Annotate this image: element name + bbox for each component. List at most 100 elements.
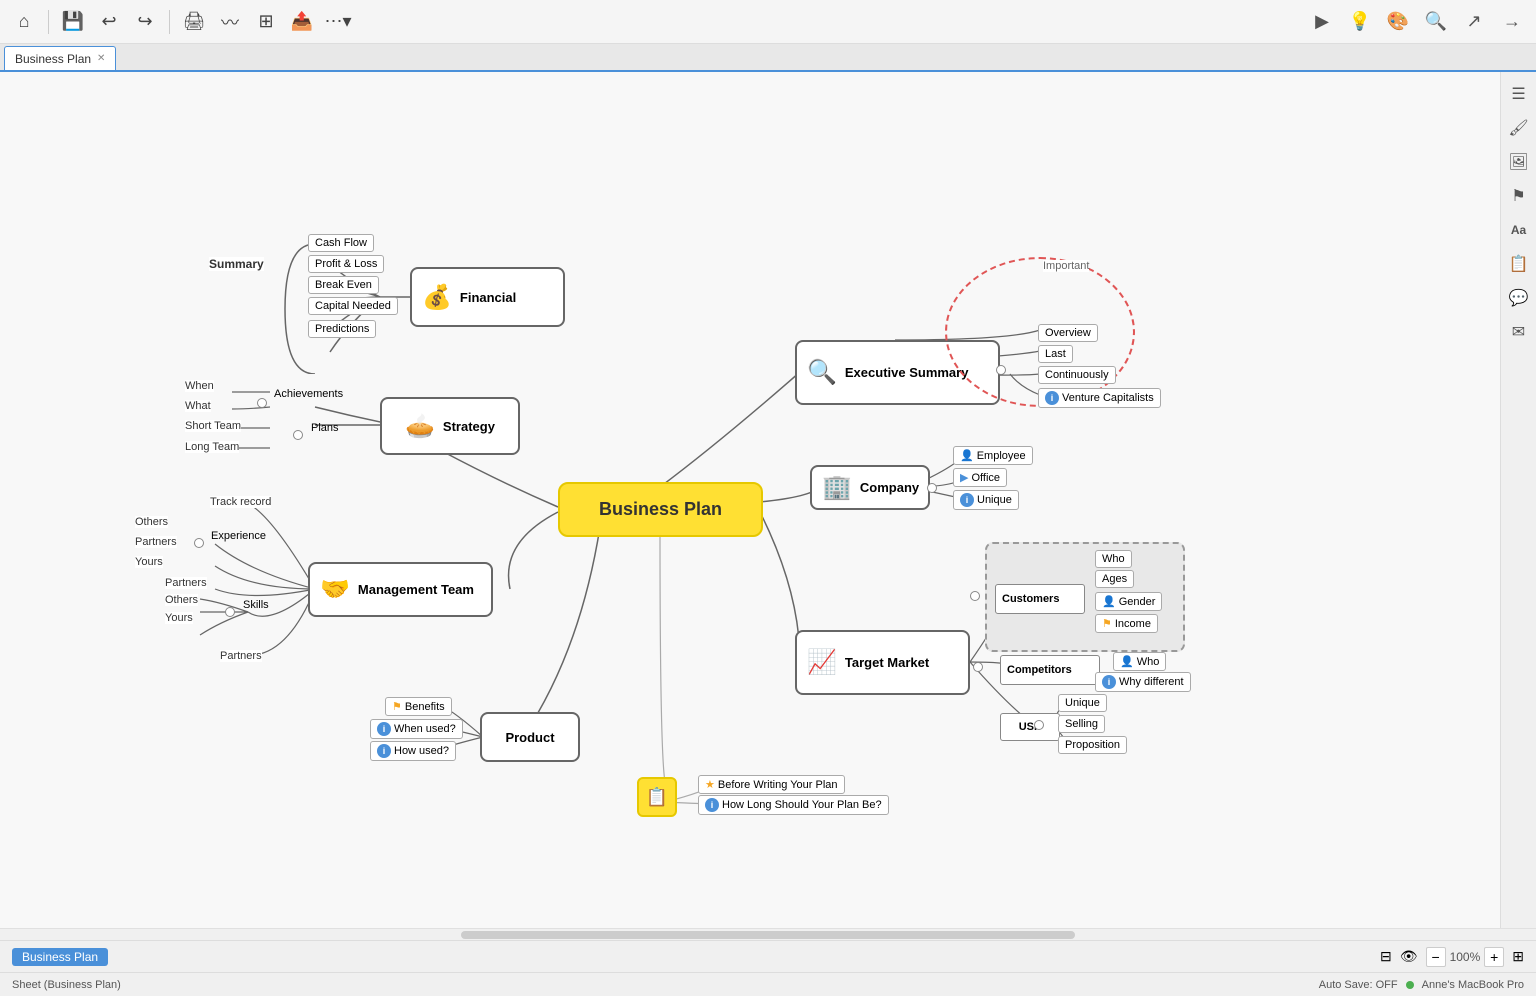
who-comp-leaf[interactable]: 👤Who xyxy=(1113,652,1166,671)
unique-usp-leaf[interactable]: Unique xyxy=(1058,694,1107,712)
view-btn[interactable]: 👁 xyxy=(1400,948,1418,965)
last-leaf[interactable]: Last xyxy=(1038,345,1073,363)
how-long-leaf[interactable]: iHow Long Should Your Plan Be? xyxy=(698,795,889,815)
right-sidebar: ☰ 🖌 🖼 ⚑ Aa 📋 💬 ✉ xyxy=(1500,72,1536,928)
break-even-leaf[interactable]: Break Even xyxy=(308,276,379,294)
tab-business-plan[interactable]: Business Plan ✕ xyxy=(4,46,116,70)
list-sidebar-btn[interactable]: ☰ xyxy=(1505,80,1533,108)
brush-sidebar-btn[interactable]: 🖌 xyxy=(1505,114,1533,142)
financial-node[interactable]: 💰 Financial xyxy=(410,267,565,327)
scroll-thumb[interactable] xyxy=(461,931,1075,939)
others-skills-leaf[interactable]: Others xyxy=(165,594,198,606)
selling-leaf[interactable]: Selling xyxy=(1058,715,1105,733)
target-label: Target Market xyxy=(845,655,929,670)
others-exp-leaf[interactable]: Others xyxy=(135,516,168,528)
proposition-leaf[interactable]: Proposition xyxy=(1058,736,1127,754)
before-writing-leaf[interactable]: ★Before Writing Your Plan xyxy=(698,775,845,794)
strategy-node[interactable]: 🥧 Strategy xyxy=(380,397,520,455)
h-scrollbar[interactable] xyxy=(0,928,1536,940)
customers-circle xyxy=(970,591,980,601)
capital-needed-leaf[interactable]: Capital Needed xyxy=(308,297,398,315)
sep1 xyxy=(48,10,49,34)
plans-leaf[interactable]: Plans xyxy=(305,420,345,436)
profit-loss-leaf[interactable]: Profit & Loss xyxy=(308,255,384,273)
yours-skills-leaf[interactable]: Yours xyxy=(165,612,193,624)
gender-leaf[interactable]: 👤Gender xyxy=(1095,592,1162,611)
note-sidebar-btn[interactable]: 📋 xyxy=(1505,250,1533,278)
exec-icon: 🔍 xyxy=(807,358,837,387)
zoom-in-btn[interactable]: + xyxy=(1484,947,1504,967)
office-leaf[interactable]: ▶Office xyxy=(953,468,1007,487)
how-used-icon: i xyxy=(377,744,391,758)
more-button[interactable]: ⋯▾ xyxy=(322,6,354,38)
company-node[interactable]: 🏢 Company xyxy=(810,465,930,510)
bottom-note-icon[interactable]: 📋 xyxy=(637,777,677,817)
nav-button[interactable]: → xyxy=(1496,6,1528,38)
continuously-leaf[interactable]: Continuously xyxy=(1038,366,1116,384)
benefits-flag: ⚑ xyxy=(392,700,402,713)
predictions-leaf[interactable]: Predictions xyxy=(308,320,376,338)
management-team-node[interactable]: 🤝 Management Team xyxy=(308,562,493,617)
competitors-node[interactable]: Competitors xyxy=(1000,655,1100,685)
when-used-leaf[interactable]: iWhen used? xyxy=(370,719,463,739)
customers-label: Customers xyxy=(1002,593,1059,605)
yours-exp-leaf[interactable]: Yours xyxy=(135,556,163,568)
employee-leaf[interactable]: 👤Employee xyxy=(953,446,1033,465)
experience-leaf[interactable]: Experience xyxy=(205,528,272,544)
strategy-icon: 🥧 xyxy=(405,412,435,441)
filter-btn[interactable]: ⊟ xyxy=(1380,948,1392,965)
bulb-button[interactable]: 💡 xyxy=(1344,6,1376,38)
search-button[interactable]: 🔍 xyxy=(1420,6,1452,38)
mail-sidebar-btn[interactable]: ✉ xyxy=(1505,318,1533,346)
venture-capitalists-leaf[interactable]: i Venture Capitalists xyxy=(1038,388,1161,408)
chat-sidebar-btn[interactable]: 💬 xyxy=(1505,284,1533,312)
strategy-label: Strategy xyxy=(443,419,495,434)
customers-node[interactable]: Customers xyxy=(995,584,1085,614)
font-sidebar-btn[interactable]: Aa xyxy=(1505,216,1533,244)
long-team-leaf[interactable]: Long Team xyxy=(185,441,239,453)
partners-skills-leaf[interactable]: Partners xyxy=(165,577,207,589)
central-node-label: Business Plan xyxy=(599,499,722,520)
print-button[interactable]: 🖨 xyxy=(178,6,210,38)
zoom-out-btn[interactable]: − xyxy=(1426,947,1446,967)
partners-exp-leaf[interactable]: Partners xyxy=(135,536,177,548)
style-button[interactable]: 〰 xyxy=(214,6,246,38)
image-sidebar-btn[interactable]: 🖼 xyxy=(1505,148,1533,176)
fit-btn[interactable]: ⊞ xyxy=(1512,948,1524,965)
partners2-leaf[interactable]: Partners xyxy=(220,650,262,662)
unique-leaf[interactable]: iUnique xyxy=(953,490,1019,510)
redo-button[interactable]: ↪ xyxy=(129,6,161,38)
canvas[interactable]: Business Plan 💰 Financial Summary Cash F… xyxy=(0,72,1500,928)
benefits-leaf[interactable]: ⚑Benefits xyxy=(385,697,452,716)
save-button[interactable]: 💾 xyxy=(57,6,89,38)
why-diff-leaf[interactable]: iWhy different xyxy=(1095,672,1191,692)
sheet-tab[interactable]: Business Plan xyxy=(12,948,108,966)
achievements-circle xyxy=(257,398,267,408)
home-button[interactable]: ⌂ xyxy=(8,6,40,38)
export-button[interactable]: 📤 xyxy=(286,6,318,38)
achievements-leaf[interactable]: Achievements xyxy=(268,386,349,402)
ages-leaf[interactable]: Ages xyxy=(1095,570,1134,588)
usp-node[interactable]: USP xyxy=(1000,713,1060,741)
share-button[interactable]: ↗ xyxy=(1458,6,1490,38)
target-market-node[interactable]: 📈 Target Market xyxy=(795,630,970,695)
cash-flow-leaf[interactable]: Cash Flow xyxy=(308,234,374,252)
skills-leaf[interactable]: Skills xyxy=(237,597,275,613)
flag-sidebar-btn[interactable]: ⚑ xyxy=(1505,182,1533,210)
who-cust-leaf[interactable]: Who xyxy=(1095,550,1132,568)
what-leaf[interactable]: What xyxy=(185,400,211,412)
important-label: Important xyxy=(1043,260,1089,272)
theme-button[interactable]: 🎨 xyxy=(1382,6,1414,38)
overview-leaf[interactable]: Overview xyxy=(1038,324,1098,342)
income-leaf[interactable]: ⚑Income xyxy=(1095,614,1158,633)
product-node[interactable]: Product xyxy=(480,712,580,762)
undo-button[interactable]: ↩ xyxy=(93,6,125,38)
present-button[interactable]: ▶ xyxy=(1306,6,1338,38)
tab-close-icon[interactable]: ✕ xyxy=(97,53,105,64)
short-team-leaf[interactable]: Short Team xyxy=(185,420,241,432)
competitors-label: Competitors xyxy=(1007,664,1072,676)
how-used-leaf[interactable]: iHow used? xyxy=(370,741,456,761)
central-node[interactable]: Business Plan xyxy=(558,482,763,537)
when-leaf[interactable]: When xyxy=(185,380,214,392)
layout-button[interactable]: ⊞ xyxy=(250,6,282,38)
